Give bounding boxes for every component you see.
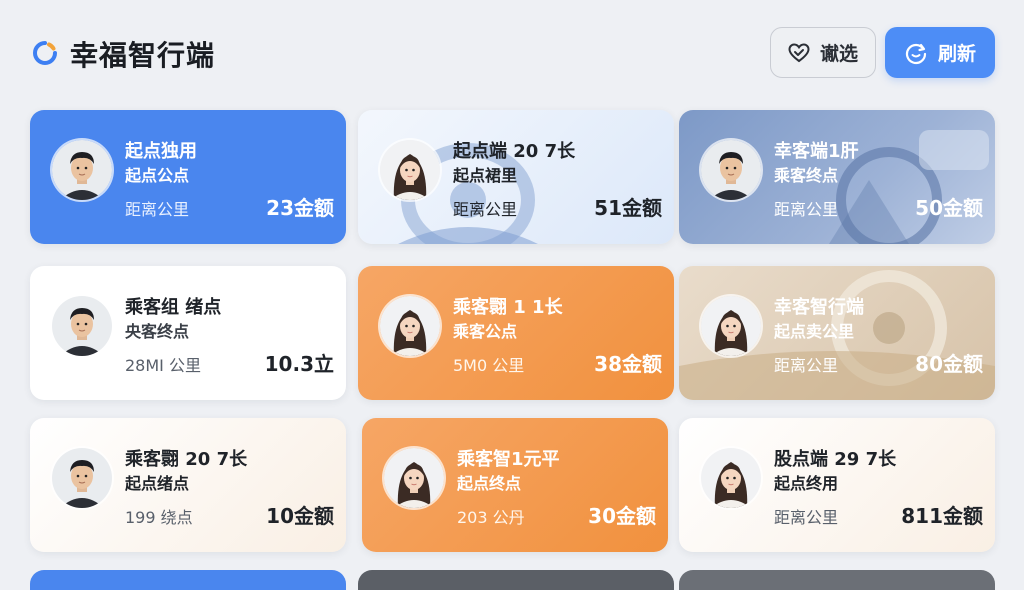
- avatar: [380, 296, 440, 356]
- card-subtitle: 起点卖公里: [774, 322, 855, 341]
- card-amount: 50金额: [915, 196, 983, 220]
- trip-card-partial[interactable]: [679, 570, 995, 590]
- card-distance: 28MI 公里: [125, 356, 201, 375]
- female-avatar-icon: [701, 296, 761, 356]
- card-subtitle: 起点裙里: [453, 166, 518, 185]
- card-distance: 距离公里: [453, 200, 518, 219]
- card-title: 幸客智行端: [774, 297, 864, 318]
- card-title: 起点端 20 7长: [453, 141, 576, 162]
- card-subtitle: 起点绪点: [125, 474, 190, 493]
- card-amount: 51金额: [594, 196, 662, 220]
- refresh-button[interactable]: 刷新: [885, 27, 995, 78]
- card-amount: 30金额: [588, 504, 656, 528]
- card-title: 乘客组 绪点: [125, 297, 222, 318]
- avatar: [52, 140, 112, 200]
- female-avatar-icon: [384, 448, 444, 508]
- card-subtitle: 乘客终点: [774, 166, 839, 185]
- trip-card[interactable]: 乘客翾 1 1长 乘客公点 5M0 公里 38金额: [358, 266, 674, 400]
- trip-card[interactable]: 幸客端1肝 乘客终点 距离公里 50金额: [679, 110, 995, 244]
- card-distance: 距离公里: [774, 200, 839, 219]
- card-subtitle: 央客终点: [125, 322, 190, 341]
- card-amount: 38金额: [594, 352, 662, 376]
- header: 幸福智行端 谳选 刷新: [0, 0, 1024, 100]
- trip-card[interactable]: 乘客翾 20 7长 起点绪点 199 绕点 10金额: [30, 418, 346, 552]
- male-avatar-icon: [52, 140, 112, 200]
- avatar: [52, 296, 112, 356]
- card-title: 起点独用: [125, 141, 197, 162]
- app-logo-icon: [33, 41, 57, 65]
- filter-button-label: 谳选: [819, 43, 858, 65]
- trip-card[interactable]: 股点端 29 7长 起点终用 距离公里 811金额: [679, 418, 995, 552]
- female-avatar-icon: [701, 448, 761, 508]
- trip-card[interactable]: 幸客智行端 起点卖公里 距离公里 80金额: [679, 266, 995, 400]
- trip-card[interactable]: 乘客智1元平 起点终点 203 公丹 30金额: [362, 418, 668, 552]
- female-avatar-icon: [380, 296, 440, 356]
- card-subtitle: 乘客公点: [453, 322, 518, 341]
- card-title: 股点端 29 7长: [774, 449, 897, 470]
- card-title: 幸客端1肝: [774, 141, 859, 162]
- female-avatar-icon: [380, 140, 440, 200]
- avatar: [701, 296, 761, 356]
- card-distance: 203 公丹: [457, 508, 525, 527]
- card-distance: 距离公里: [774, 508, 839, 527]
- card-amount: 80金额: [915, 352, 983, 376]
- card-distance: 199 绕点: [125, 508, 193, 527]
- card-distance: 距离公里: [774, 356, 839, 375]
- filter-button[interactable]: 谳选: [770, 27, 876, 78]
- card-amount: 811金额: [901, 504, 983, 528]
- trip-card-partial[interactable]: [358, 570, 674, 590]
- card-title: 乘客翾 1 1长: [453, 297, 563, 318]
- refresh-button-label: 刷新: [937, 43, 976, 65]
- filter-heart-icon: [788, 42, 810, 62]
- avatar: [701, 140, 761, 200]
- male-avatar-icon: [52, 448, 112, 508]
- avatar: [701, 448, 761, 508]
- trip-card[interactable]: 起点独用 起点公点 距离公里 23金额: [30, 110, 346, 244]
- trip-card-partial[interactable]: [30, 570, 346, 590]
- avatar: [384, 448, 444, 508]
- male-avatar-icon: [701, 140, 761, 200]
- card-title: 乘客翾 20 7长: [125, 449, 248, 470]
- card-amount: 23金额: [266, 196, 334, 220]
- card-amount: 10金额: [266, 504, 334, 528]
- male-avatar-icon: [52, 296, 112, 356]
- avatar: [52, 448, 112, 508]
- card-distance: 距离公里: [125, 200, 190, 219]
- avatar: [380, 140, 440, 200]
- trip-card[interactable]: 起点端 20 7长 起点裙里 距离公里 51金额: [358, 110, 674, 244]
- app-title: 幸福智行端: [70, 39, 216, 72]
- card-amount: 10.3立: [264, 352, 334, 376]
- card-subtitle: 起点终点: [457, 474, 522, 493]
- card-subtitle: 起点终用: [774, 474, 839, 493]
- card-title: 乘客智1元平: [457, 449, 560, 470]
- trip-card[interactable]: 乘客组 绪点 央客终点 28MI 公里 10.3立: [30, 266, 346, 400]
- card-distance: 5M0 公里: [453, 356, 525, 375]
- card-subtitle: 起点公点: [125, 166, 190, 185]
- refresh-smile-icon: [905, 43, 927, 64]
